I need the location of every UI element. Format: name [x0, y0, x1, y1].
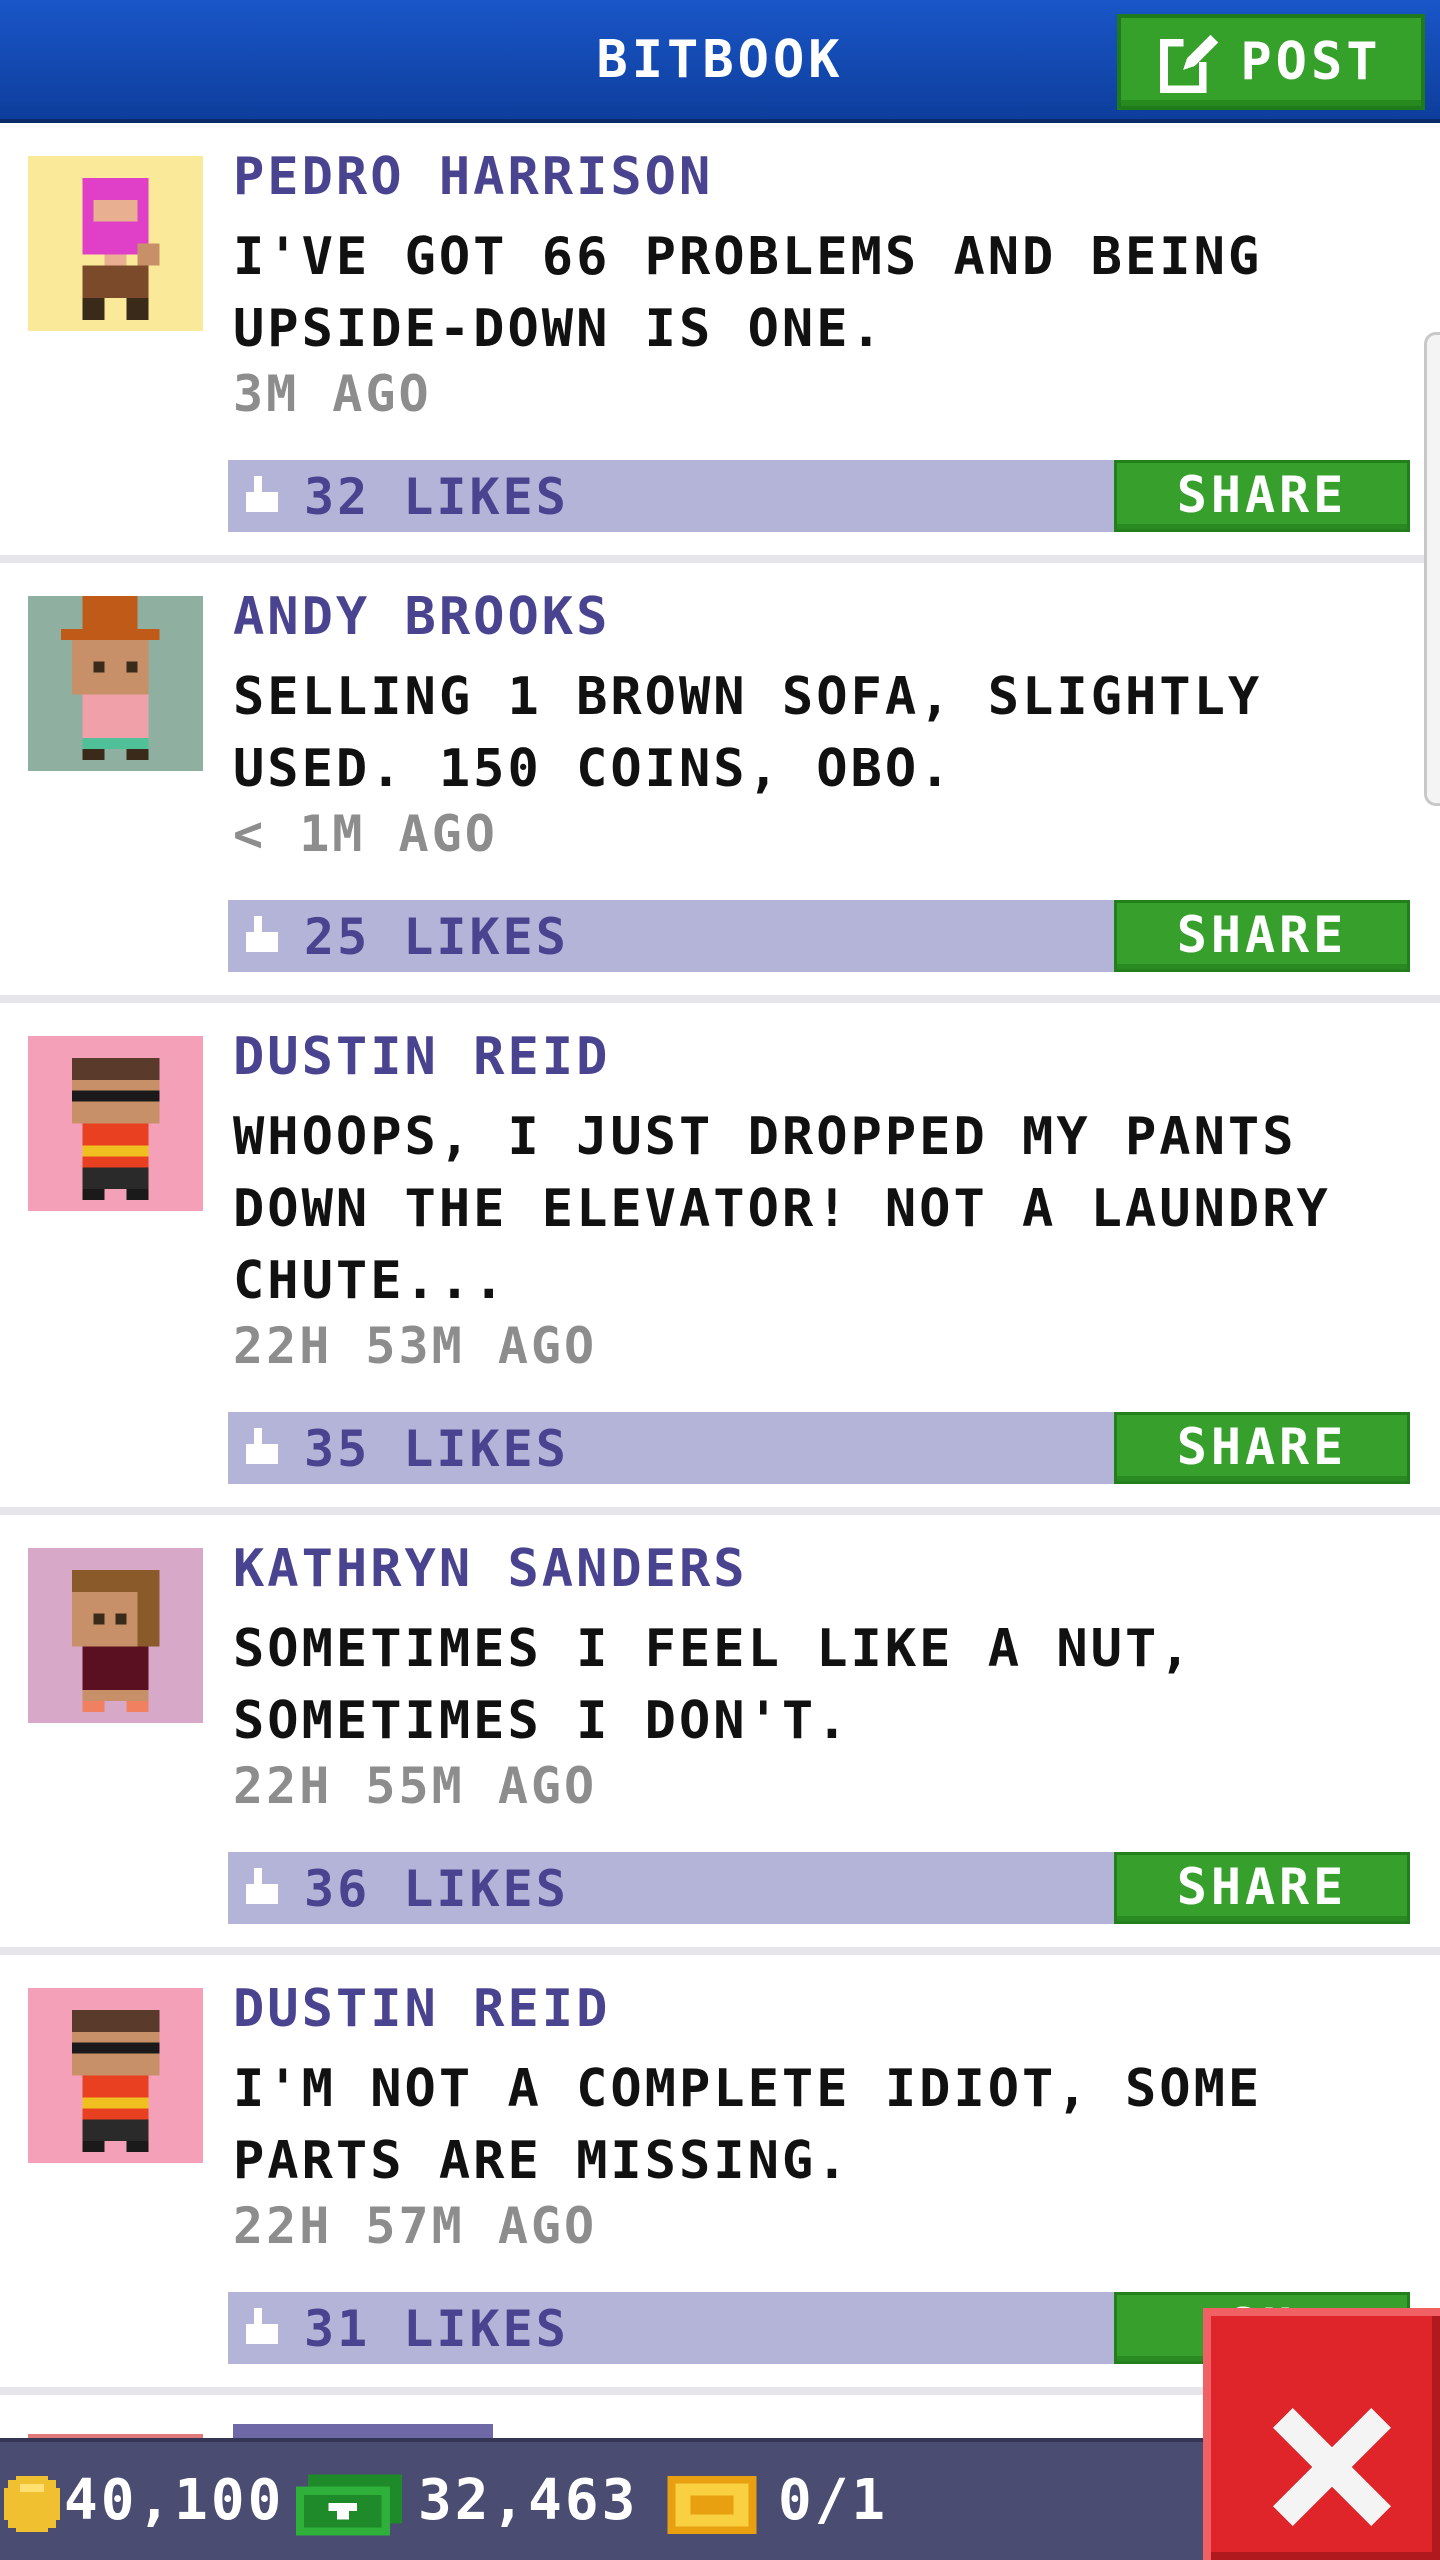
post-button[interactable]: POST	[1117, 14, 1425, 110]
post-message: I'VE GOT 66 PROBLEMS AND BEING UPSIDE-DO…	[233, 227, 1263, 359]
coin-icon	[4, 2476, 60, 2532]
feed-list[interactable]: PEDRO HARRISON I'VE GOT 66 PROBLEMS AND …	[0, 123, 1440, 2438]
thumbs-up-icon[interactable]	[242, 916, 282, 956]
post-timestamp: 22H 53M AGO	[233, 1317, 598, 1375]
avatar[interactable]	[28, 596, 203, 771]
post-author[interactable]: PEDRO HARRISON	[233, 147, 713, 207]
avatar[interactable]	[28, 156, 203, 331]
cash-icon	[296, 2474, 402, 2536]
like-bar[interactable]: 36 LIKES SHARE	[228, 1852, 1410, 1924]
feed-post: PEDRO HARRISON I'VE GOT 66 PROBLEMS AND …	[0, 123, 1440, 563]
like-bar[interactable]: 32 LIKES SHARE	[228, 460, 1410, 532]
post-author[interactable]: DUSTIN REID	[233, 1027, 610, 1087]
likes-count: 32 LIKES	[304, 468, 569, 526]
post-timestamp: < 1M AGO	[233, 805, 498, 863]
post-author[interactable]: ANDY BROOKS	[233, 587, 610, 647]
post-divider	[0, 995, 1440, 1003]
post-author[interactable]: KATHRYN SANDERS	[233, 1539, 748, 1599]
post-message: I'M NOT A COMPLETE IDIOT, SOME PARTS ARE…	[233, 2059, 1263, 2191]
likes-count: 25 LIKES	[304, 908, 569, 966]
post-timestamp: 22H 55M AGO	[233, 1757, 598, 1815]
thumbs-up-icon[interactable]	[242, 1428, 282, 1468]
avatar[interactable]	[28, 1548, 203, 1723]
post-button-label: POST	[1240, 32, 1382, 92]
share-button[interactable]: SHARE	[1114, 460, 1410, 532]
avatar[interactable]	[28, 1988, 203, 2163]
like-bar[interactable]: 25 LIKES SHARE	[228, 900, 1410, 972]
post-timestamp: 22H 57M AGO	[233, 2197, 598, 2255]
app-header: BITBOOK POST	[0, 0, 1440, 123]
thumbs-up-icon[interactable]	[242, 476, 282, 516]
post-divider	[0, 555, 1440, 563]
bux-count: 32,463	[418, 2468, 639, 2533]
post-timestamp: 3M AGO	[233, 365, 432, 423]
likes-count: 36 LIKES	[304, 1860, 569, 1918]
post-author[interactable]: DUSTIN REID	[233, 1979, 610, 2039]
thumbs-up-icon[interactable]	[242, 2308, 282, 2348]
post-message: SOMETIMES I FEEL LIKE A NUT, SOMETIMES I…	[233, 1619, 1194, 1751]
close-button[interactable]	[1203, 2308, 1440, 2560]
edit-icon	[1160, 34, 1219, 93]
avatar[interactable]	[28, 1036, 203, 1211]
share-button[interactable]: SHARE	[1114, 1412, 1410, 1484]
tickets-count: 0/1	[778, 2468, 889, 2533]
share-button[interactable]: SHARE	[1114, 900, 1410, 972]
post-message: SELLING 1 BROWN SOFA, SLIGHTLY USED. 150…	[233, 667, 1263, 799]
feed-post: DUSTIN REID WHOOPS, I JUST DROPPED MY PA…	[0, 1003, 1440, 1515]
post-divider	[0, 1507, 1440, 1515]
scrollbar[interactable]	[1424, 332, 1440, 806]
share-button[interactable]: SHARE	[1114, 1852, 1410, 1924]
post-divider	[0, 1947, 1440, 1955]
post-message: WHOOPS, I JUST DROPPED MY PANTS DOWN THE…	[233, 1107, 1331, 1311]
like-bar[interactable]: 35 LIKES SHARE	[228, 1412, 1410, 1484]
feed-post: KATHRYN SANDERS SOMETIMES I FEEL LIKE A …	[0, 1515, 1440, 1955]
feed-post: ANDY BROOKS SELLING 1 BROWN SOFA, SLIGHT…	[0, 563, 1440, 1003]
likes-count: 31 LIKES	[304, 2300, 569, 2358]
ticket-icon	[667, 2476, 757, 2534]
coins-count: 40,100	[64, 2468, 285, 2533]
thumbs-up-icon[interactable]	[242, 1868, 282, 1908]
likes-count: 35 LIKES	[304, 1420, 569, 1478]
close-icon	[1273, 2408, 1391, 2526]
